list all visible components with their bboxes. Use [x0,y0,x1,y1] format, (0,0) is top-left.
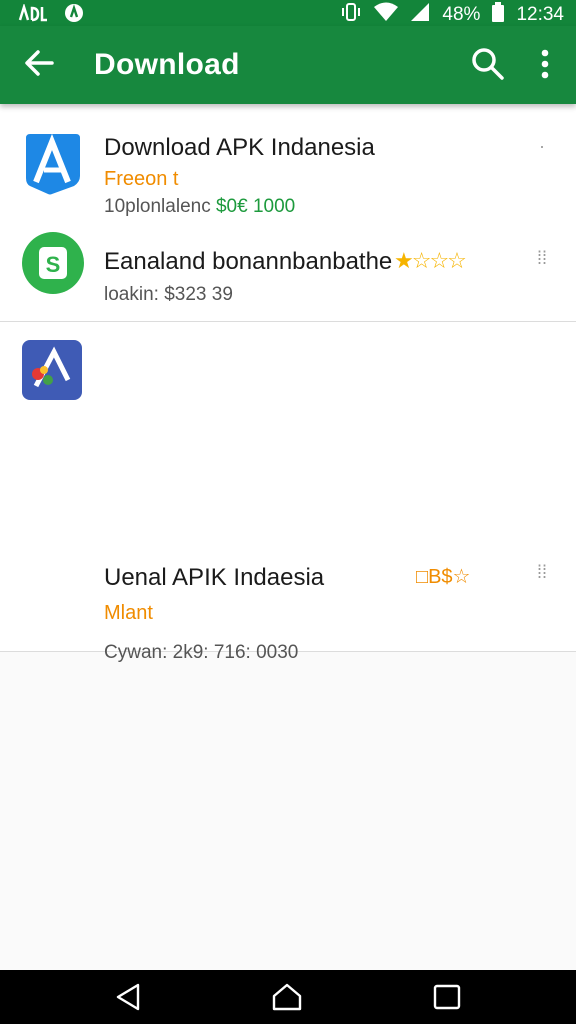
more-vert-icon [541,49,549,79]
nav-back-button[interactable] [112,982,146,1012]
list-item[interactable]: Uenal APIK Indaesia Mlant □B$☆ Cywan: 2k… [0,322,576,663]
item-badge: □B$☆ [416,566,471,588]
rating-stars: ★☆☆☆ [394,248,467,273]
green-s-icon: S [22,232,84,294]
list-item[interactable]: S Eanaland bonannbanbathe ★☆☆☆ loakin: $… [0,216,576,322]
app-title: Download [94,48,240,81]
list-section: Uenal APIK Indaesia Mlant □B$☆ Cywan: 2k… [0,322,576,663]
arrow-back-icon [25,50,54,76]
item-meta: loakin: $323 39 [104,284,233,305]
search-icon [472,48,504,80]
navigation-bar [0,970,576,1024]
item-subtitle: Mlant [104,602,153,624]
app-bar: Download [0,26,576,104]
status-time: 12:34 [516,4,564,25]
nav-home-icon [272,983,302,1011]
overflow-menu-button[interactable] [528,44,562,84]
item-subtitle: Freeon t [104,168,179,190]
list-section: Download APK Indanesia Freeon t 10plonla… [0,104,576,322]
status-right-icons: 48% 12:34 [340,2,564,28]
download-list[interactable]: Download APK Indanesia Freeon t 10plonla… [0,104,576,970]
item-title: Eanaland bonannbanbathe [104,248,393,275]
item-title: Download APK Indanesia [104,134,375,161]
svg-text:S: S [46,252,61,277]
search-button[interactable] [468,44,508,84]
battery-icon [492,2,505,28]
item-title: Uenal APIK Indaesia [104,564,325,591]
item-meta: 10plonlalenc $0€ 1000 [104,196,295,218]
signal-icon [410,2,430,28]
item-price: $0€ 1000 [215,196,296,217]
wifi-icon [374,2,399,28]
back-button[interactable] [20,43,60,83]
carrier-icon [18,2,48,27]
battery-level: 48% [442,4,481,25]
app-notification-icon [64,3,84,28]
nav-home-button[interactable] [270,982,304,1012]
item-more-icon[interactable]: ⁞⁞ [530,249,554,282]
item-meta-label: 10plonlalenc [104,196,211,217]
map-app-icon [22,340,82,400]
nav-recents-icon [433,984,461,1010]
status-left-icons [18,2,84,28]
list-item[interactable]: Download APK Indanesia Freeon t 10plonla… [0,104,576,218]
nav-recents-button[interactable] [430,982,464,1012]
status-bar: 48% 12:34 [0,0,576,26]
item-more-icon[interactable]: · [530,137,554,170]
item-more-icon[interactable]: ⁞⁞ [530,563,554,596]
nav-back-icon [116,983,140,1011]
vibrate-icon [340,2,362,28]
apk-app-icon [22,130,84,196]
item-meta: Cywan: 2k9: 716: 0030 [104,642,299,663]
